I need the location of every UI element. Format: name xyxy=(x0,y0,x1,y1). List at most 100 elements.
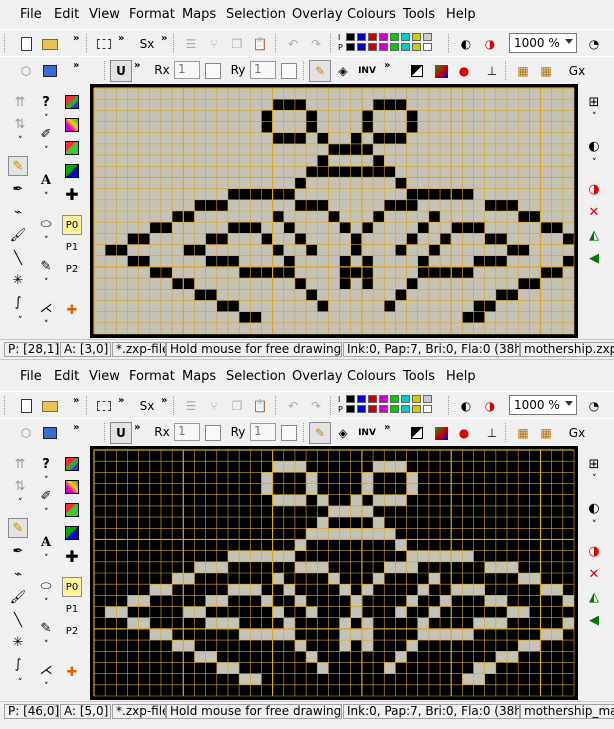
pixel-cell[interactable] xyxy=(183,110,195,122)
pixel-cell[interactable] xyxy=(317,640,329,652)
pixel-cell[interactable] xyxy=(105,244,117,256)
pixel-cell[interactable] xyxy=(484,188,496,200)
pixel-cell[interactable] xyxy=(562,266,574,279)
baseline-icon[interactable]: ⊥ xyxy=(481,422,503,444)
pixel-cell[interactable] xyxy=(261,573,273,585)
pixel-cell[interactable] xyxy=(205,199,217,211)
charset-alt-icon[interactable]: ▦ xyxy=(535,60,557,82)
pixel-cell[interactable] xyxy=(518,450,530,462)
pixel-cell[interactable] xyxy=(105,584,117,596)
pixel-cell[interactable] xyxy=(350,199,362,211)
pixel-cell[interactable] xyxy=(227,177,240,189)
pixel-cell[interactable] xyxy=(384,311,396,323)
pixel-cell[interactable] xyxy=(350,517,362,529)
pixel-cell[interactable] xyxy=(406,662,418,674)
pixel-cell[interactable] xyxy=(239,322,251,334)
pixel-cell[interactable] xyxy=(361,143,374,156)
pixel-cell[interactable] xyxy=(239,517,251,529)
pixel-cell[interactable] xyxy=(395,528,407,540)
palette-swatch[interactable] xyxy=(412,395,421,403)
pixel-cell[interactable] xyxy=(495,211,508,223)
pixel-cell[interactable] xyxy=(306,539,318,551)
pixel-cell[interactable] xyxy=(518,255,530,267)
pixel-cell[interactable] xyxy=(529,472,541,484)
pixel-cell[interactable] xyxy=(440,222,452,234)
pixel-cell[interactable] xyxy=(172,494,184,506)
pixel-cell[interactable] xyxy=(440,539,452,551)
pixel-cell[interactable] xyxy=(294,266,307,279)
pixel-cell[interactable] xyxy=(529,132,541,144)
pixel-cell[interactable] xyxy=(440,121,452,133)
pixel-cell[interactable] xyxy=(250,211,262,223)
pixel-cell[interactable] xyxy=(551,483,563,495)
pixel-cell[interactable] xyxy=(317,322,329,334)
pixel-cell[interactable] xyxy=(451,617,463,629)
pixel-cell[interactable] xyxy=(272,244,284,256)
pixel-cell[interactable] xyxy=(350,177,362,189)
pixel-cell[interactable] xyxy=(227,651,240,663)
pixel-cell[interactable] xyxy=(495,143,508,156)
pixel-cell[interactable] xyxy=(328,450,340,462)
rx-spinner-icon[interactable] xyxy=(201,60,225,82)
pixel-cell[interactable] xyxy=(283,300,295,312)
pixel-cell[interactable] xyxy=(194,244,206,256)
pixel-cell[interactable] xyxy=(261,110,273,122)
pixel-cell[interactable] xyxy=(261,121,273,133)
new-file-icon[interactable] xyxy=(14,33,38,55)
eyedropper-icon[interactable]: ✐ xyxy=(36,486,56,506)
pixel-cell[interactable] xyxy=(540,561,552,573)
pixel-cell[interactable] xyxy=(406,266,418,279)
pixel-cell[interactable] xyxy=(138,550,150,562)
pixel-cell[interactable] xyxy=(160,166,173,178)
pixel-cell[interactable] xyxy=(194,143,206,156)
pixel-cell[interactable] xyxy=(417,199,429,211)
pixel-cell[interactable] xyxy=(440,550,452,562)
pixel-cell[interactable] xyxy=(473,121,485,133)
pixel-cell[interactable] xyxy=(306,121,318,133)
pixel-cell[interactable] xyxy=(551,143,563,156)
pixel-cell[interactable] xyxy=(562,684,574,696)
pixel-cell[interactable] xyxy=(227,289,240,301)
pixel-cell[interactable] xyxy=(250,166,262,178)
pixel-cell[interactable] xyxy=(272,300,284,312)
pixel-cell[interactable] xyxy=(451,199,463,211)
pixel-cell[interactable] xyxy=(373,155,385,167)
pixel-cell[interactable] xyxy=(127,472,139,484)
pixel-cell[interactable] xyxy=(350,651,362,663)
pixel-cell[interactable] xyxy=(261,222,273,234)
map-icon[interactable] xyxy=(38,60,62,82)
pixel-cell[interactable] xyxy=(306,561,318,573)
pixel-cell[interactable] xyxy=(451,244,463,256)
pixel-cell[interactable] xyxy=(183,322,195,334)
pixel-cell[interactable] xyxy=(518,662,530,674)
pixel-cell[interactable] xyxy=(440,505,452,518)
pixel-cell[interactable] xyxy=(261,289,273,301)
pixel-cell[interactable] xyxy=(484,300,496,312)
pixel-cell[interactable] xyxy=(116,584,128,596)
pixel-cell[interactable] xyxy=(94,278,106,290)
pixel-cell[interactable] xyxy=(350,322,362,334)
pixel-cell[interactable] xyxy=(205,311,217,323)
pixel-cell[interactable] xyxy=(261,99,273,111)
pixel-cell[interactable] xyxy=(428,132,441,144)
pixel-cell[interactable] xyxy=(562,472,574,484)
pixel-cell[interactable] xyxy=(127,166,139,178)
toolbar-overflow-chevron[interactable]: ˅ xyxy=(592,158,597,168)
pixel-cell[interactable] xyxy=(205,617,217,629)
pixel-cell[interactable] xyxy=(160,651,173,663)
attribute-mixed-icon[interactable] xyxy=(62,523,82,543)
pixel-cell[interactable] xyxy=(451,461,463,473)
pixel-cell[interactable] xyxy=(562,651,574,663)
pixel-cell[interactable] xyxy=(116,278,128,290)
pixel-cell[interactable] xyxy=(361,561,374,573)
pixel-cell[interactable] xyxy=(540,278,552,290)
pixel-cell[interactable] xyxy=(105,528,117,540)
checker-icon[interactable] xyxy=(406,422,428,444)
pixel-cell[interactable] xyxy=(227,199,240,211)
pixel-cell[interactable] xyxy=(384,322,396,334)
pixel-cell[interactable] xyxy=(172,662,184,674)
colour-half-icon[interactable]: ◑ xyxy=(584,179,604,199)
pixel-cell[interactable] xyxy=(350,684,362,696)
pixel-cell[interactable] xyxy=(127,539,139,551)
pixel-cell[interactable] xyxy=(417,222,429,234)
